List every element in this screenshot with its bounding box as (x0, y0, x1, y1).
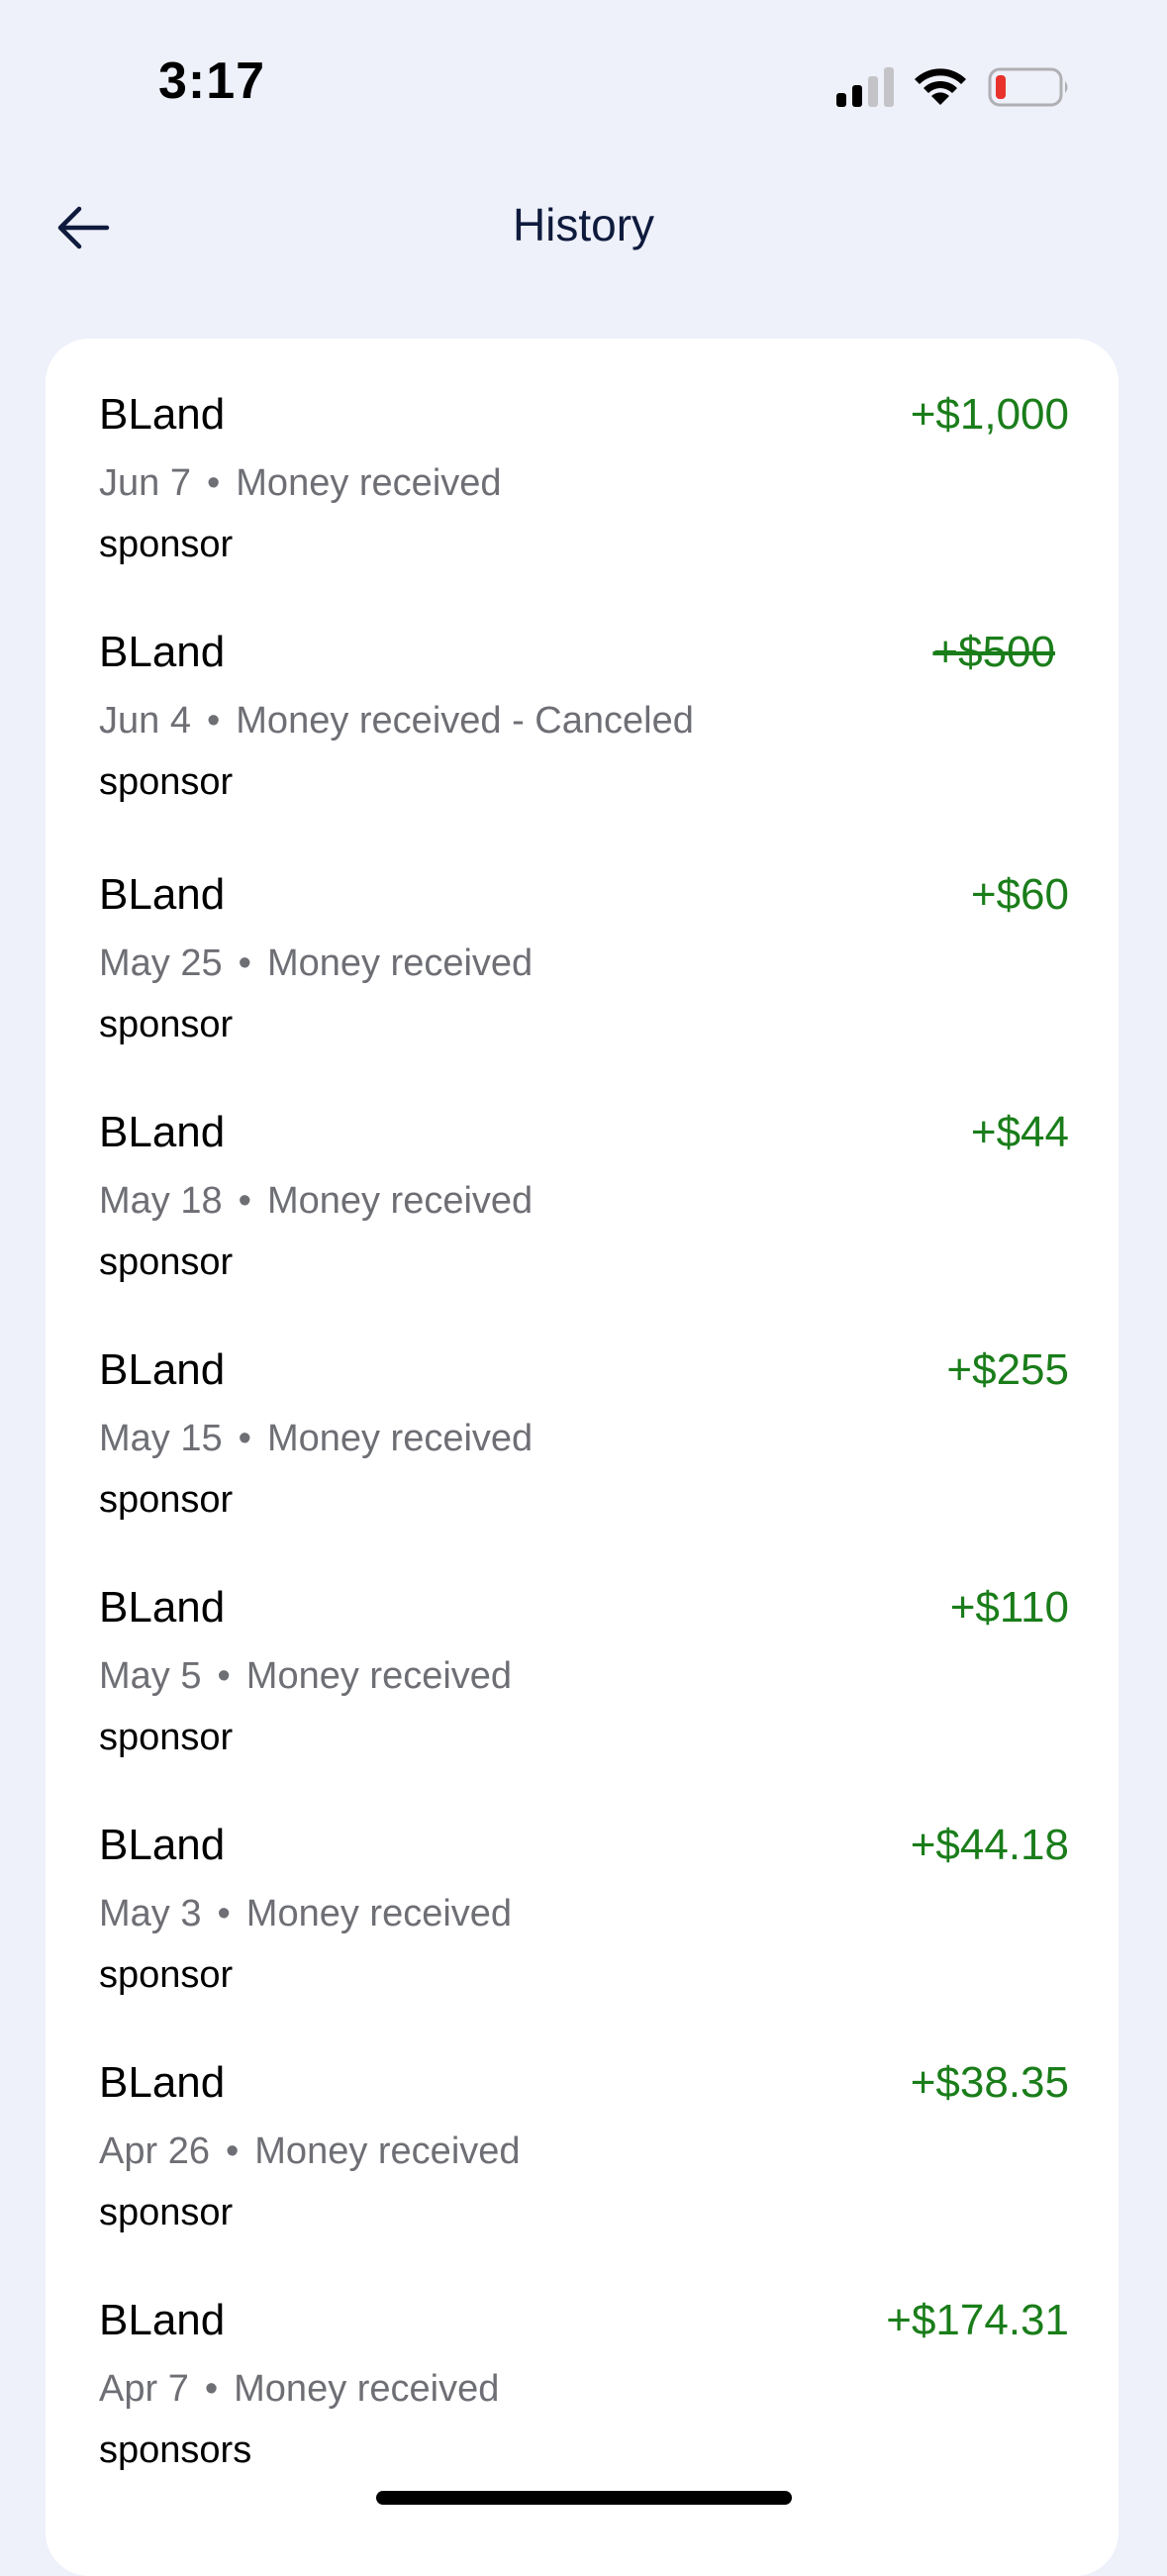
transaction-amount: +$500 (932, 628, 1055, 676)
transaction-name: BLand (99, 628, 226, 676)
transaction-note: sponsor (99, 1241, 234, 1283)
transaction-note: sponsors (99, 2429, 252, 2471)
transaction-note: sponsor (99, 1954, 234, 1996)
transaction-status: Money received - Canceled (236, 700, 694, 742)
transaction-name: BLand (99, 1583, 226, 1632)
transaction-status: Money received (245, 1655, 513, 1697)
transaction-date: May 25 (99, 942, 223, 984)
transaction-row[interactable]: BLand +$60 May 25 • Money received sponsor (46, 819, 1118, 1056)
transaction-amount: +$44 (970, 1108, 1069, 1156)
transaction-meta: May 5 • Money received (99, 1655, 512, 1698)
transaction-name: BLand (99, 1345, 226, 1394)
transaction-date: Jun 7 (99, 462, 191, 504)
separator-dot: • (206, 700, 221, 742)
header: History (0, 168, 1167, 287)
home-indicator[interactable] (376, 2491, 792, 2505)
transaction-row[interactable]: BLand +$38.35 Apr 26 • Money received sponsor (46, 2007, 1118, 2244)
transaction-row[interactable]: BLand +$500 Jun 4 • Money received - Cancele… (46, 576, 1118, 814)
transaction-date: May 5 (99, 1655, 202, 1697)
transaction-date: May 18 (99, 1180, 223, 1222)
transaction-amount: +$255 (946, 1345, 1069, 1394)
transaction-note: sponsor (99, 1479, 234, 1521)
transaction-status: Money received (266, 1418, 534, 1459)
transaction-status: Money received (266, 942, 534, 984)
separator-dot: • (225, 2130, 240, 2172)
transaction-note: sponsor (99, 524, 234, 565)
transaction-name: BLand (99, 390, 226, 439)
separator-dot: • (238, 942, 251, 984)
cellular-signal-icon (836, 67, 894, 107)
transaction-meta: Jun 7 • Money received (99, 462, 502, 505)
transaction-amount: +$1,000 (910, 390, 1069, 439)
transaction-name: BLand (99, 2296, 226, 2344)
transaction-row[interactable]: BLand +$174.31 Apr 7 • Money received sponsor… (46, 2244, 1118, 2482)
transaction-note: sponsor (99, 761, 234, 803)
transaction-amount: +$110 (949, 1583, 1069, 1632)
transaction-name: BLand (99, 1821, 226, 1869)
transaction-meta: May 15 • Money received (99, 1418, 533, 1460)
separator-dot: • (206, 462, 221, 504)
separator-dot: • (238, 1418, 251, 1459)
status-time: 3:17 (158, 52, 266, 110)
separator-dot: • (238, 1180, 251, 1222)
transaction-row[interactable]: BLand +$110 May 5 • Money received sponsor (46, 1532, 1118, 1769)
transaction-meta: May 25 • Money received (99, 942, 533, 985)
transaction-status: Money received (254, 2130, 521, 2172)
battery-low-icon (988, 67, 1068, 107)
wifi-icon (915, 68, 966, 105)
transaction-amount: +$60 (970, 870, 1069, 919)
transaction-status: Money received (266, 1180, 534, 1222)
transaction-row[interactable]: BLand +$44 May 18 • Money received sponsor (46, 1056, 1118, 1294)
transaction-date: Apr 26 (99, 2130, 210, 2172)
status-bar: 3:17 (0, 0, 1167, 149)
transaction-status: Money received (236, 462, 502, 504)
transaction-meta: Apr 7 • Money received (99, 2368, 499, 2411)
transaction-note: sponsor (99, 1717, 234, 1758)
transaction-row[interactable]: BLand +$1,000 Jun 7 • Money received sponsor (46, 339, 1118, 576)
transaction-date: Apr 7 (99, 2368, 189, 2410)
transaction-name: BLand (99, 1108, 226, 1156)
transaction-date: May 3 (99, 1893, 202, 1934)
transaction-row[interactable]: BLand +$44.18 May 3 • Money received sponsor (46, 1769, 1118, 2007)
transaction-meta: May 18 • Money received (99, 1180, 533, 1223)
separator-dot: • (204, 2368, 219, 2410)
transaction-name: BLand (99, 870, 226, 919)
transaction-note: sponsor (99, 1004, 234, 1045)
transaction-meta: May 3 • Money received (99, 1893, 512, 1935)
transaction-row[interactable]: BLand +$255 May 15 • Money received sponsor (46, 1294, 1118, 1532)
transaction-amount: +$174.31 (886, 2296, 1069, 2344)
transaction-status: Money received (245, 1893, 513, 1934)
transaction-amount: +$44.18 (910, 1821, 1069, 1869)
transaction-status: Money received (234, 2368, 500, 2410)
transaction-meta: Apr 26 • Money received (99, 2130, 521, 2173)
transaction-name: BLand (99, 2058, 226, 2107)
transaction-amount: +$38.35 (910, 2058, 1069, 2107)
transaction-date: May 15 (99, 1418, 223, 1459)
transaction-meta: Jun 4 • Money received - Canceled (99, 700, 694, 743)
transaction-note: sponsor (99, 2192, 234, 2233)
page-title: History (512, 199, 655, 250)
separator-dot: • (217, 1655, 231, 1697)
transaction-list: BLand +$1,000 Jun 7 • Money received sponsor B… (46, 339, 1118, 2576)
separator-dot: • (217, 1893, 231, 1934)
transaction-date: Jun 4 (99, 700, 191, 742)
